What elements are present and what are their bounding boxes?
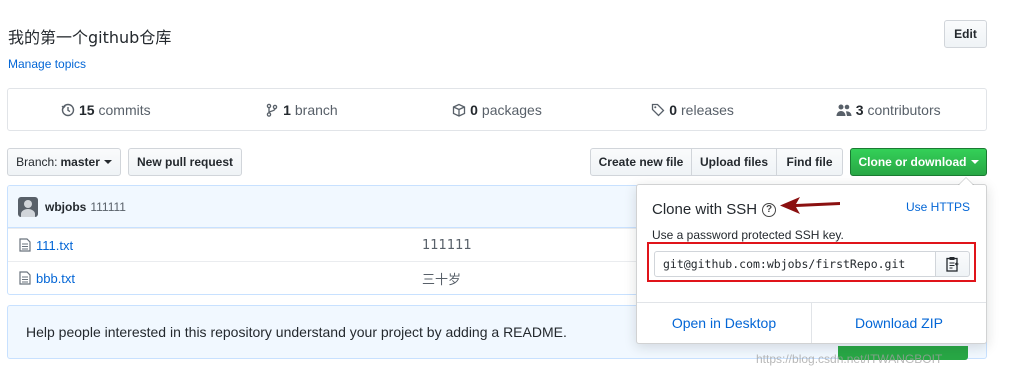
contributors-number: 3 [855,101,864,118]
find-file-button[interactable]: Find file [776,148,843,176]
branch-label: branch [294,101,338,118]
branch-prefix: Branch: [16,155,58,169]
contributors-label: contributors [867,101,941,118]
releases-count[interactable]: 0 releases [595,89,791,130]
caret-down-icon [970,160,979,164]
commits-count[interactable]: 15 commits [8,89,204,130]
open-in-desktop-button[interactable]: Open in Desktop [637,303,811,343]
clone-subtitle: Use a password protected SSH key. [652,228,844,242]
copy-url-button[interactable] [935,251,970,277]
file-commit-message[interactable]: 三十岁 [422,269,461,288]
watermark: https://blog.csdn.net/ITWANGBOIT [756,352,943,366]
file-name[interactable]: bbb.txt [36,271,75,286]
packages-label: packages [481,101,542,118]
clone-title: Clone with SSH ? [652,201,777,218]
releases-number: 0 [669,101,678,118]
repo-description: 我的第一个github仓库 [8,28,172,47]
tag-icon [652,103,665,116]
create-new-file-button[interactable]: Create new file [590,148,692,176]
packages-number: 0 [470,101,478,118]
history-icon [61,103,75,116]
file-icon [19,238,31,252]
new-pull-request-button[interactable]: New pull request [128,148,242,176]
file-name[interactable]: 111.txt [36,238,73,253]
branch-name: master [60,155,100,169]
use-https-link[interactable]: Use HTTPS [906,200,970,214]
people-icon [836,104,852,116]
commit-message[interactable]: 111111 [90,200,126,214]
clone-title-text: Clone with SSH [652,201,758,218]
commits-label: commits [98,101,151,118]
releases-label: releases [681,101,734,118]
file-commit-message[interactable]: 111111 [422,238,472,253]
clone-or-download-button[interactable]: Clone or download [850,148,987,176]
question-icon[interactable]: ? [762,202,777,217]
clone-label: Clone or download [858,155,967,169]
readme-prompt-text: Help people interested in this repositor… [26,324,567,340]
download-zip-button[interactable]: Download ZIP [811,303,986,343]
commits-number: 15 [78,101,95,118]
branch-select-button[interactable]: Branch: master [7,148,121,176]
clone-footer: Open in Desktop Download ZIP [637,302,986,343]
commit-author[interactable]: wbjobs [45,200,86,214]
annotation-arrow-icon [780,197,840,214]
branch-number: 1 [283,101,291,118]
edit-button[interactable]: Edit [944,20,987,48]
ssh-url-input[interactable] [654,251,936,277]
contributors-count[interactable]: 3 contributors [790,89,986,130]
numbers-summary: 15 commits 1 branch 0 packages 0 release… [7,88,987,131]
package-icon [452,103,466,117]
manage-topics-link[interactable]: Manage topics [8,57,86,71]
file-icon [19,271,31,285]
avatar[interactable] [18,196,38,217]
branch-count[interactable]: 1 branch [204,89,400,130]
packages-count[interactable]: 0 packages [399,89,595,130]
git-branch-icon [266,103,278,117]
clipboard-icon [945,257,958,272]
upload-files-button[interactable]: Upload files [691,148,777,176]
caret-down-icon [103,160,112,164]
